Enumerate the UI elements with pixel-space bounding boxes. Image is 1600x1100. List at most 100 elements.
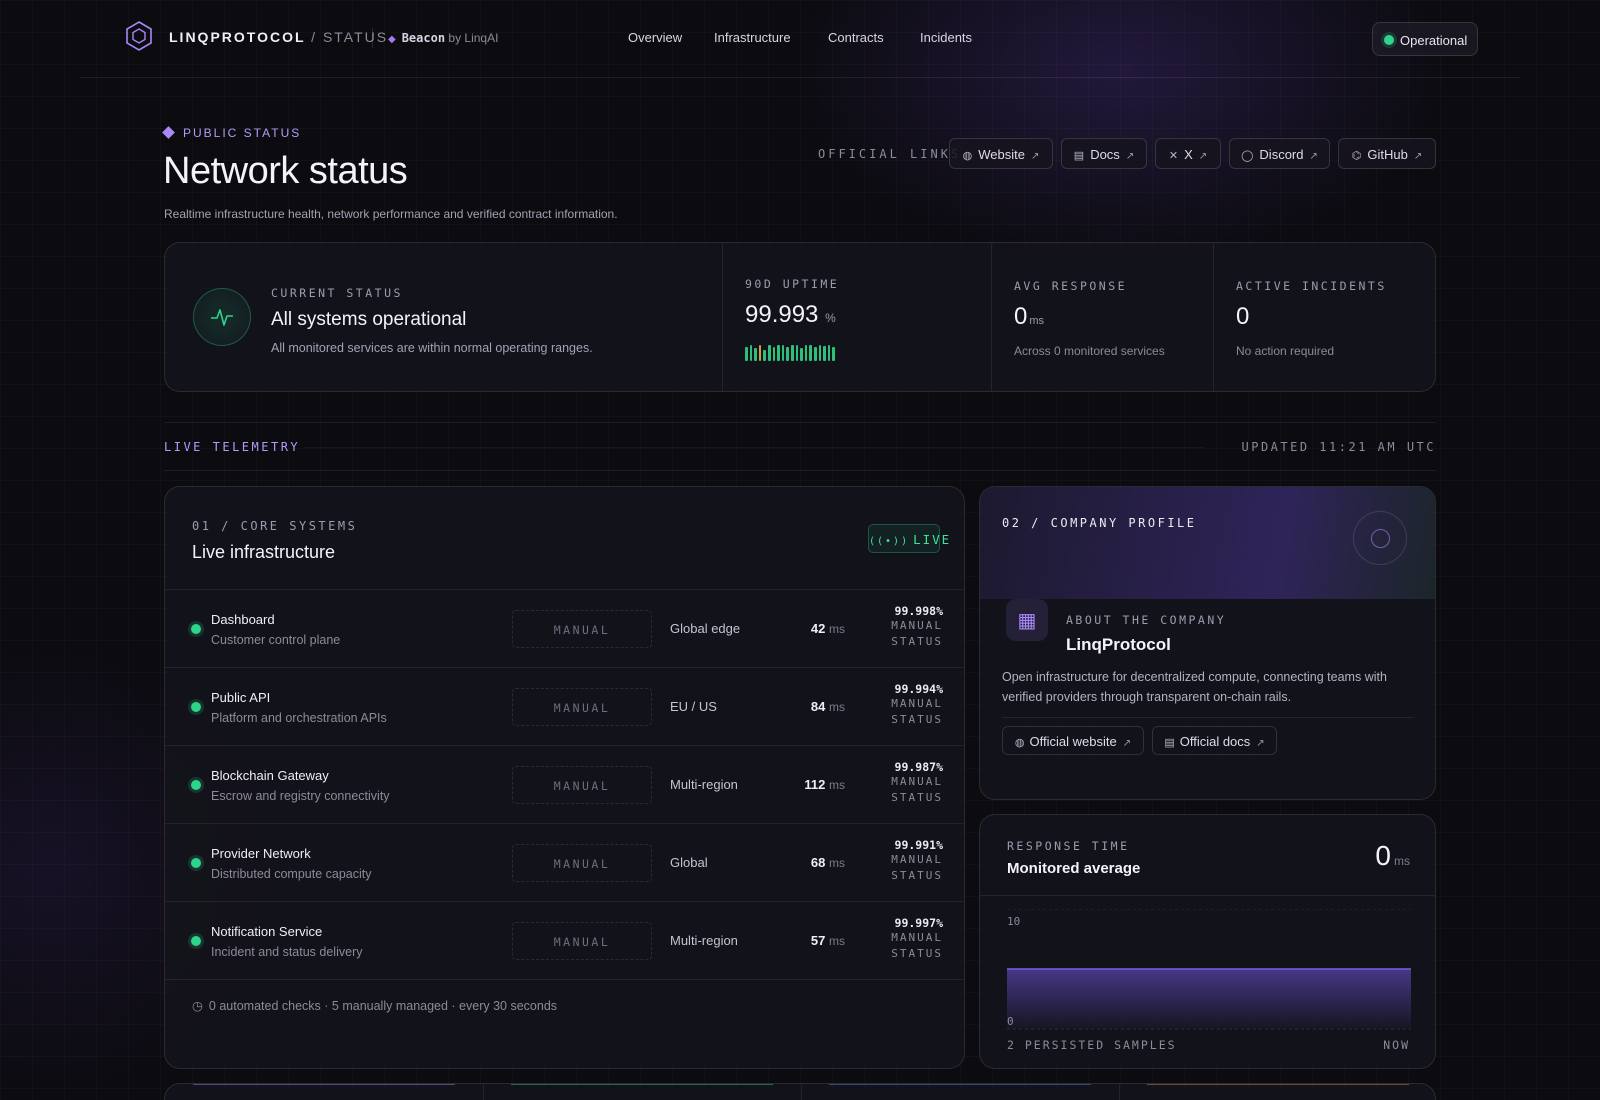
- uptime-label: 90D UPTIME: [745, 277, 840, 291]
- check-mode-badge: MANUAL: [512, 688, 652, 726]
- divider: [164, 422, 1436, 423]
- checks-footer: ◷ 0 automated checks · 5 manually managed…: [192, 999, 558, 1013]
- service-uptime: 99.994% MANUAL STATUS: [891, 682, 943, 726]
- service-name: Blockchain Gateway: [211, 768, 329, 783]
- company-profile-eyebrow: 02 / COMPANY PROFILE: [1002, 516, 1197, 530]
- service-row[interactable]: Public API Platform and orchestration API…: [165, 667, 964, 745]
- service-name: Provider Network: [211, 846, 311, 861]
- service-uptime: 99.987% MANUAL STATUS: [891, 760, 943, 804]
- check-mode-badge: MANUAL: [512, 610, 652, 648]
- link-docs-button[interactable]: ▤ Docs ↗: [1061, 138, 1147, 169]
- service-row[interactable]: Dashboard Customer control plane MANUAL Glo…: [165, 589, 964, 667]
- chart-ytick-label: 0: [1007, 1015, 1014, 1028]
- check-mode-badge: MANUAL: [512, 766, 652, 804]
- link-x-button[interactable]: ✕ X ↗: [1155, 138, 1221, 169]
- doc-icon: ▤: [1073, 150, 1085, 162]
- service-name: Notification Service: [211, 924, 323, 939]
- response-time-title: Monitored average: [1007, 860, 1141, 877]
- uptime-day-bar: [800, 348, 803, 361]
- arrow-out-icon: ↗: [1125, 151, 1135, 162]
- infra-title: Live infrastructure: [192, 542, 336, 562]
- service-row[interactable]: Notification Service Incident and status …: [165, 901, 964, 979]
- status-dot-icon: [191, 858, 201, 868]
- divider: [305, 447, 1205, 448]
- service-latency: 112 ms: [804, 777, 845, 792]
- uptime-day-bar: [832, 347, 835, 361]
- service-name: Public API: [211, 690, 271, 705]
- status-dot-icon: [191, 936, 201, 946]
- status-dot-icon: [191, 624, 201, 634]
- uptime-day-bar: [791, 345, 794, 361]
- uptime-day-bar: [809, 345, 812, 361]
- company-name: LinqProtocol: [1066, 635, 1171, 654]
- nav-contracts[interactable]: Contracts: [828, 30, 884, 45]
- avg-response-value: 0 ms: [1014, 303, 1045, 330]
- live-badge[interactable]: ((•)) LIVE: [868, 524, 949, 553]
- link-github-button[interactable]: ⌬ GitHub ↗: [1338, 138, 1436, 169]
- uptime-day-bar: [823, 346, 826, 361]
- service-uptime: 99.998% MANUAL STATUS: [891, 604, 943, 648]
- service-region: Global: [670, 855, 708, 870]
- nav-infrastructure[interactable]: Infrastructure: [714, 30, 791, 45]
- arrow-out-icon: ↗: [1122, 738, 1132, 749]
- divider: [722, 243, 723, 391]
- status-dot-icon: [1384, 35, 1394, 45]
- live-telemetry-label: LIVE TELEMETRY: [164, 440, 301, 454]
- service-latency: 42 ms: [810, 621, 845, 636]
- official-docs-button[interactable]: ▤ Official docs ↗: [1152, 726, 1277, 755]
- live-infrastructure-card: 01 / CORE SYSTEMS Live infrastructure ((…: [164, 486, 965, 1069]
- avg-response-description: Across 0 monitored services: [1014, 344, 1165, 358]
- pulse-icon: [193, 288, 251, 346]
- clock-icon: ◷: [192, 999, 203, 1013]
- broadcast-icon: ((•)): [869, 536, 910, 547]
- divider: [164, 470, 1436, 471]
- uptime-day-bar: [804, 345, 808, 361]
- chart-now-label: NOW: [1383, 1038, 1410, 1052]
- uptime-day-bar: [777, 345, 780, 361]
- diamond-icon: ◆: [388, 34, 396, 45]
- uptime-day-bar: [768, 345, 771, 361]
- persisted-samples-label: 2 PERSISTED SAMPLES: [1007, 1038, 1177, 1052]
- divider: [1002, 717, 1414, 718]
- next-section-card: [164, 1083, 1436, 1100]
- chart-ytick-label: 10: [1007, 915, 1020, 928]
- building-icon: ▦: [1006, 599, 1048, 641]
- avg-response-label: AVG RESPONSE: [1014, 279, 1128, 293]
- uptime-day-bar: [781, 345, 785, 361]
- arrow-out-icon: ↗: [1309, 151, 1318, 162]
- divider: [1213, 243, 1214, 391]
- official-website-button[interactable]: ◍ Official website ↗: [1002, 726, 1144, 755]
- page-subtitle: Realtime infrastructure health, network …: [164, 207, 618, 221]
- link-discord-button[interactable]: ◯ Discord ↗: [1229, 138, 1330, 169]
- service-row[interactable]: Provider Network Distributed compute capa…: [165, 823, 964, 901]
- response-time-value: 0 ms: [1375, 840, 1410, 871]
- updated-timestamp: UPDATED 11:21 AM UTC: [1241, 440, 1436, 454]
- divider: [991, 243, 992, 391]
- core-systems-eyebrow: 01 / CORE SYSTEMS: [192, 519, 358, 533]
- x-icon: ✕: [1168, 150, 1179, 162]
- active-incidents-description: No action required: [1236, 344, 1335, 358]
- company-profile-card: 02 / COMPANY PROFILE ▦ ABOUT THE COMPANY…: [979, 486, 1436, 800]
- diamond-icon: [162, 126, 175, 139]
- service-description: Escrow and registry connectivity: [211, 789, 390, 803]
- arrow-out-icon: ↗: [1256, 738, 1265, 749]
- operational-status-pill[interactable]: Operational: [1372, 22, 1478, 56]
- link-website-button[interactable]: ◍ Website ↗: [949, 138, 1053, 169]
- uptime-day-bar: [758, 345, 762, 361]
- divider: [980, 895, 1435, 896]
- service-uptime: 99.991% MANUAL STATUS: [891, 838, 943, 882]
- uptime-day-bar: [827, 345, 831, 361]
- top-header: LINQPROTOCOL / STATUS ◆ Beacon by LinqAI …: [80, 0, 1520, 78]
- logo-hexagon-icon[interactable]: [124, 20, 154, 52]
- service-region: EU / US: [670, 699, 717, 714]
- nav-overview[interactable]: Overview: [628, 30, 682, 45]
- current-status-description: All monitored services are within normal…: [271, 341, 593, 355]
- nav-incidents[interactable]: Incidents: [920, 30, 972, 45]
- service-latency: 57 ms: [810, 933, 845, 948]
- status-dot-icon: [191, 780, 201, 790]
- globe-icon: ◍: [1014, 737, 1025, 749]
- service-row[interactable]: Blockchain Gateway Escrow and registry co…: [165, 745, 964, 823]
- service-description: Incident and status delivery: [211, 945, 363, 959]
- response-time-chart: 10 0: [1007, 909, 1411, 1030]
- brand-name[interactable]: LINQPROTOCOL / STATUS: [169, 29, 388, 45]
